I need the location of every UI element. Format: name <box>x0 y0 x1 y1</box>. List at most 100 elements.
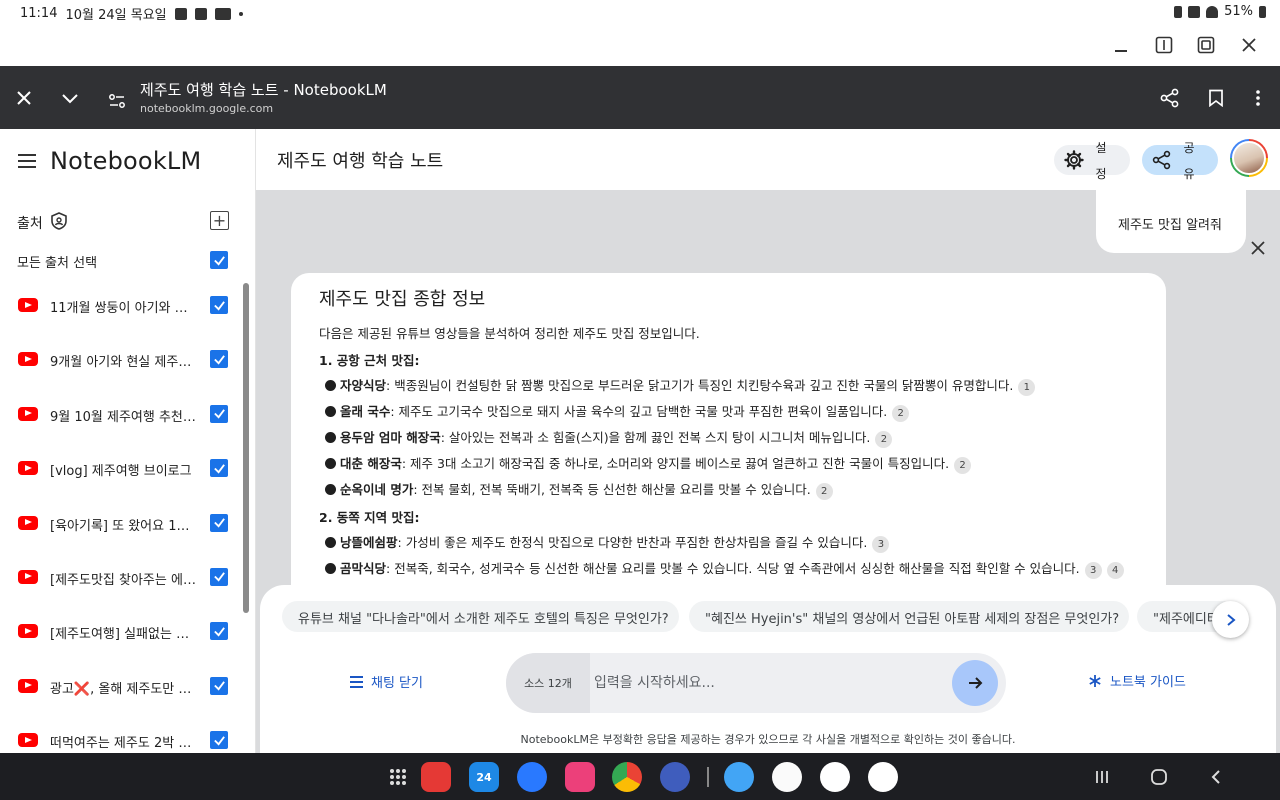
youtube-icon <box>18 569 38 584</box>
browser-page-title: 제주도 여행 학습 노트 - NotebookLM <box>140 81 387 99</box>
notebook-title[interactable]: 제주도 여행 학습 노트 <box>277 147 443 173</box>
more-vert-icon[interactable] <box>1244 84 1272 112</box>
chat-input-panel: 유튜브 채널 "다나솔라"에서 소개한 제주도 호텔의 특징은 무엇인가? "혜… <box>260 585 1276 753</box>
sidebar-scrollbar[interactable] <box>243 283 249 613</box>
browser-url[interactable]: notebooklm.google.com <box>140 102 273 115</box>
restaurant-name: 용두암 엄마 해장국 <box>340 430 441 445</box>
chevron-down-icon[interactable] <box>56 84 84 112</box>
citation-badge[interactable]: 2 <box>875 431 893 448</box>
asterisk-icon <box>1089 674 1101 687</box>
source-count-badge[interactable]: 소스 12개 <box>506 653 590 713</box>
arrow-app-icon[interactable] <box>724 762 754 792</box>
close-icon[interactable] <box>1248 238 1268 258</box>
apps-grid-icon[interactable] <box>390 769 406 785</box>
suggestions-next-button[interactable] <box>1212 601 1249 638</box>
share-button[interactable]: 공유 <box>1142 141 1218 181</box>
home-icon[interactable] <box>1149 767 1169 787</box>
suggestion-chip[interactable]: 유튜브 채널 "다나솔라"에서 소개한 제주도 호텔의 특징은 무엇인가? <box>282 601 679 632</box>
source-checkbox[interactable] <box>210 296 228 314</box>
recent-apps-icon[interactable] <box>1092 767 1112 787</box>
bookmark-icon[interactable] <box>1202 84 1230 112</box>
source-checkbox[interactable] <box>210 567 228 586</box>
suggestion-chip[interactable]: "혜진쓰 Hyejin's" 채널의 영상에서 언급된 아토팜 세제의 장점은 … <box>689 601 1129 632</box>
pen-app-icon[interactable] <box>772 762 802 792</box>
citation-badge[interactable]: 2 <box>815 483 833 500</box>
source-title: 9월 10월 제주여행 추천 코스 <box>50 409 196 425</box>
source-title: [제주도맛집 찾아주는 에디터] <box>50 572 196 588</box>
settings-button[interactable]: 설정 <box>1054 141 1130 181</box>
select-all-label: 모든 출처 선택 <box>17 256 98 271</box>
response-intro: 다음은 제공된 유튜브 영상들을 분석하여 정리한 제주도 맛집 정보입니다. <box>319 326 700 341</box>
chatgpt-icon[interactable] <box>868 762 898 792</box>
close-chat-button[interactable]: 채팅 닫기 <box>350 672 423 691</box>
source-checkbox[interactable] <box>210 513 228 532</box>
youtube-icon <box>18 678 38 693</box>
sources-header: 출처 <box>17 212 67 234</box>
add-source-button[interactable]: + <box>210 211 229 230</box>
restaurant-name: 올래 국수 <box>340 404 391 419</box>
settings-icon[interactable] <box>660 762 690 792</box>
citation-badge[interactable]: 3 <box>1084 562 1102 579</box>
source-item[interactable]: [육아기록] 또 왔어요 13개월 <box>0 497 240 551</box>
citation-badge[interactable]: 3 <box>872 536 890 553</box>
citation-badge[interactable]: 2 <box>954 457 972 474</box>
menu-icon[interactable] <box>18 154 36 168</box>
avatar[interactable] <box>1230 139 1268 177</box>
source-title: [제주도여행] 실패없는 제주 맛집 <box>50 627 196 643</box>
wifi-icon <box>1206 5 1219 18</box>
source-item[interactable]: 광고❌, 올해 제주도만 7번 다녀온 <box>0 660 240 714</box>
chrome-icon[interactable] <box>612 762 642 792</box>
messages-icon[interactable] <box>517 762 547 792</box>
source-item[interactable]: [제주도맛집 찾아주는 에디터] <box>0 551 240 605</box>
camera-icon[interactable] <box>565 762 595 792</box>
share-page-icon[interactable] <box>1156 84 1184 112</box>
settings-label: 설정 <box>1095 141 1107 181</box>
calendar-icon[interactable]: 24 <box>469 762 499 792</box>
source-item[interactable]: 11개월 쌍둥이 아기와 제주도 여행 <box>0 279 240 333</box>
source-checkbox[interactable] <box>210 676 228 695</box>
close-tab-icon[interactable] <box>10 84 38 112</box>
source-item[interactable]: 떠먹여주는 제주도 2박 3일 코스 <box>0 714 240 753</box>
notebook-guide-button[interactable]: 노트북 가이드 <box>1088 671 1186 690</box>
source-checkbox[interactable] <box>210 404 228 423</box>
restaurant-name: 자양식당 <box>340 378 387 393</box>
source-item[interactable]: [제주도여행] 실패없는 제주 맛집 <box>0 605 240 659</box>
citation-badge[interactable]: 4 <box>1106 562 1124 579</box>
brand-logo-text: NotebookLM <box>50 147 202 175</box>
source-checkbox[interactable] <box>210 622 228 641</box>
list-item: 순옥이네 명가: 전복 물회, 전복 뚝배기, 전복죽 등 신선한 해산물 요리… <box>325 481 1138 500</box>
send-button[interactable] <box>952 660 998 706</box>
source-checkbox[interactable] <box>210 350 228 369</box>
source-checkbox[interactable] <box>210 731 228 750</box>
google-icon[interactable] <box>820 762 850 792</box>
source-title: [육아기록] 또 왔어요 13개월 <box>50 518 196 534</box>
restaurant-description: : 제주 3대 소고기 해장국집 중 하나로, 소머리와 양지를 베이스로 끓여… <box>401 456 950 471</box>
split-screen-icon[interactable] <box>1151 32 1177 58</box>
close-chat-label: 채팅 닫기 <box>371 676 423 691</box>
source-item[interactable]: 9개월 아기와 현실 제주여행 <box>0 333 240 387</box>
page-info-icon[interactable] <box>103 87 131 115</box>
section-heading: 2. 동쪽 지역 맛집: <box>319 510 420 525</box>
response-title: 제주도 맛집 종합 정보 <box>319 289 486 310</box>
notes-icon[interactable] <box>421 762 451 792</box>
maximize-icon[interactable] <box>1193 32 1219 58</box>
source-item[interactable]: 9월 10월 제주여행 추천 코스 <box>0 388 240 442</box>
source-title: 광고❌, 올해 제주도만 7번 다녀온 <box>50 681 196 697</box>
taskbar: 24 <box>0 753 1280 800</box>
citation-badge[interactable]: 2 <box>892 405 910 422</box>
status-bar: 11:14 10월 24일 목요일 51% <box>0 0 1280 24</box>
source-checkbox[interactable] <box>210 459 228 478</box>
youtube-icon <box>18 733 38 748</box>
source-item[interactable]: [vlog] 제주여행 브이로그 <box>0 442 240 496</box>
minimize-icon[interactable] <box>1108 32 1134 58</box>
citation-badge[interactable]: 1 <box>1018 379 1036 396</box>
close-window-icon[interactable] <box>1236 32 1262 58</box>
shield-icon[interactable] <box>50 212 67 234</box>
source-title: 9개월 아기와 현실 제주여행 <box>50 355 196 371</box>
back-icon[interactable] <box>1206 767 1226 787</box>
share-icon <box>1152 150 1171 170</box>
chat-input[interactable] <box>594 671 944 695</box>
select-all-checkbox[interactable] <box>210 251 228 269</box>
source-title: 떠먹여주는 제주도 2박 3일 코스 <box>50 736 196 752</box>
bullet-icon <box>325 406 336 417</box>
